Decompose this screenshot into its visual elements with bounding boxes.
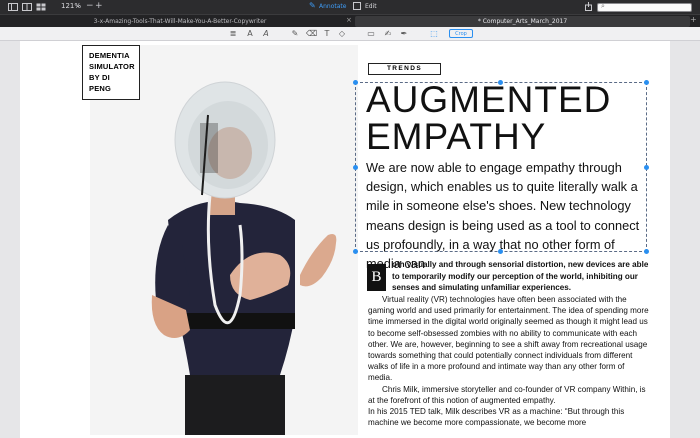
resize-handle[interactable]	[353, 165, 358, 170]
sidebar-icon[interactable]	[8, 3, 18, 11]
text-style-icon[interactable]: ≣	[228, 29, 238, 39]
lead-paragraph[interactable]: We are now able to engage empathy throug…	[366, 158, 646, 273]
headline-line-2: EMPATHY	[366, 116, 547, 157]
headline-line-1: AUGMENTED	[366, 79, 612, 120]
intro-paragraph[interactable]: oth visually and through sensorial disto…	[392, 259, 654, 294]
eraser-icon[interactable]: ⌫	[306, 29, 317, 39]
tab-computer-arts[interactable]: * Computer_Arts_March_2017	[355, 16, 690, 27]
search-input[interactable]: ⌕	[597, 2, 692, 12]
annotate-button[interactable]: Annotate	[319, 3, 346, 10]
article-body[interactable]: Virtual reality (VR) technologies have o…	[368, 294, 650, 428]
close-tab-icon[interactable]: ×	[346, 16, 352, 24]
add-tab-icon[interactable]: +	[690, 15, 697, 24]
body-paragraph: In his 2015 TED talk, Milk describes VR …	[368, 407, 625, 428]
grid-view-icon[interactable]	[36, 3, 46, 11]
resize-handle[interactable]	[353, 249, 358, 254]
document-page: DEMENTIA SIMULATOR BY DI PENG TRENDS AUG…	[20, 41, 670, 438]
article-headline[interactable]: AUGMENTED EMPATHY	[366, 81, 646, 155]
caption-line-2: SIMULATOR	[89, 62, 135, 71]
crop-selection-icon[interactable]: ⬚	[429, 29, 439, 39]
share-icon[interactable]	[585, 2, 592, 11]
body-paragraph: Virtual reality (VR) technologies have o…	[368, 295, 649, 383]
chevron-down-icon[interactable]: ⌄	[75, 1, 81, 9]
edit-button[interactable]: Edit	[365, 3, 377, 10]
edit-icon[interactable]	[353, 2, 361, 10]
shapes-icon[interactable]: ◇	[337, 29, 347, 39]
search-icon: ⌕	[601, 2, 605, 10]
font-color-icon[interactable]: A	[261, 29, 271, 39]
article-photo	[90, 45, 358, 435]
caption-line-3: BY DI PENG	[89, 73, 112, 93]
app-toolbar: 121% ⌄ − + ✎ Annotate Edit ⌕	[0, 0, 700, 14]
body-paragraph: Chris Milk, immersive storyteller and co…	[368, 384, 646, 405]
resize-handle[interactable]	[353, 80, 358, 85]
zoom-in-icon[interactable]: +	[95, 1, 103, 11]
signature-icon[interactable]: ✍	[383, 29, 393, 39]
page-thumbnails-icon[interactable]	[22, 3, 32, 11]
crop-button[interactable]: Crop	[449, 29, 473, 38]
section-label: TRENDS	[368, 63, 441, 75]
drop-cap: B	[367, 264, 386, 291]
caption-line-1: DEMENTIA	[89, 51, 130, 60]
text-tool-icon[interactable]: T	[322, 29, 332, 39]
text-format-icon[interactable]: A	[245, 29, 255, 39]
pen-icon[interactable]: ✎	[309, 1, 316, 10]
tab-copywriter[interactable]: 3-x-Amazing-Tools-That-Will-Make-You-A-B…	[20, 16, 340, 27]
zoom-out-icon[interactable]: −	[86, 1, 94, 11]
pencil-icon[interactable]: ✎	[290, 29, 300, 39]
stamp-icon[interactable]: ✒	[399, 29, 409, 39]
annotation-toolbar: ≣ A A ✎ ⌫ T ◇ ▭ ✍ ✒ ⬚ Crop	[0, 27, 700, 41]
note-icon[interactable]: ▭	[366, 29, 376, 39]
photo-caption: DEMENTIA SIMULATOR BY DI PENG	[82, 45, 140, 100]
tab-bar: 3-x-Amazing-Tools-That-Will-Make-You-A-B…	[0, 14, 700, 27]
